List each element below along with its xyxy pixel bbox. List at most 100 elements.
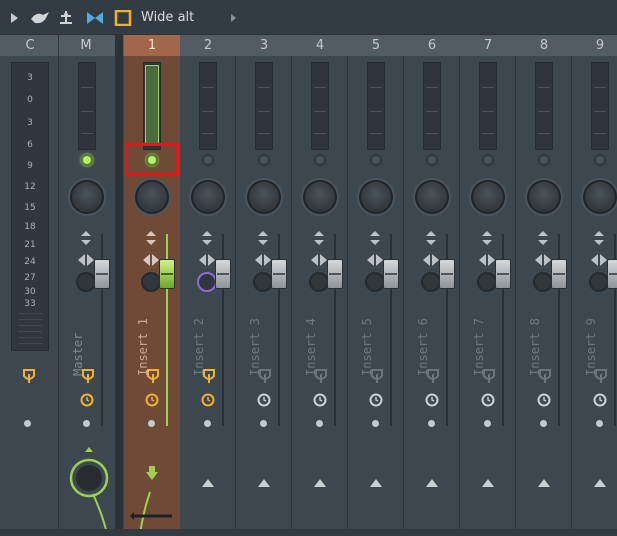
swap-channels-icon[interactable]	[591, 251, 607, 266]
swap-channels-icon[interactable]	[143, 251, 159, 266]
insert-9-stereo-knob[interactable]	[589, 272, 609, 292]
header-col-6[interactable]: 6	[404, 35, 460, 56]
header-col-c[interactable]: C	[2, 35, 58, 56]
strip-dot[interactable]	[596, 420, 603, 427]
strip-name-insert-6[interactable]: Insert 6	[416, 306, 430, 376]
insert-3-stereo-knob[interactable]	[253, 272, 273, 292]
delay-clock-icon[interactable]	[257, 392, 271, 407]
insert-2-pan-knob[interactable]	[191, 180, 225, 214]
header-col-5[interactable]: 5	[348, 35, 404, 56]
delay-clock-icon[interactable]	[593, 392, 607, 407]
route-icon[interactable]	[202, 368, 216, 384]
delay-clock-icon[interactable]	[80, 392, 94, 407]
send-arrow-icon[interactable]	[202, 472, 214, 487]
delay-clock-icon[interactable]	[313, 392, 327, 407]
master-volume-fader[interactable]	[94, 259, 110, 289]
insert-8-stereo-knob[interactable]	[533, 272, 553, 292]
strip-dot[interactable]	[540, 420, 547, 427]
insert-1-volume-fader[interactable]	[159, 259, 175, 289]
strip-name-insert-5[interactable]: Insert 5	[360, 306, 374, 376]
insert-1-pan-knob[interactable]	[135, 180, 169, 214]
insert-7-stereo-knob[interactable]	[477, 272, 497, 292]
insert-7-volume-fader[interactable]	[495, 259, 511, 289]
header-col-7[interactable]: 7	[460, 35, 516, 56]
send-arrow-icon[interactable]	[538, 472, 550, 487]
route-icon[interactable]	[146, 368, 160, 384]
insert-9-enable-led[interactable]	[594, 154, 606, 166]
stereo-separation-arrows-icon[interactable]	[594, 230, 604, 245]
square-icon[interactable]	[113, 8, 133, 28]
insert-4-volume-fader[interactable]	[327, 259, 343, 289]
swap-channels-icon[interactable]	[535, 251, 551, 266]
send-arrow-icon[interactable]	[482, 472, 494, 487]
swap-channels-icon[interactable]	[479, 251, 495, 266]
insert-5-strip[interactable]: Insert 5	[348, 56, 404, 536]
strip-dot[interactable]	[24, 420, 31, 427]
strip-name-insert-9[interactable]: Insert 9	[584, 306, 598, 376]
insert-5-enable-led[interactable]	[370, 154, 382, 166]
strip-dot[interactable]	[428, 420, 435, 427]
strip-dot[interactable]	[260, 420, 267, 427]
master-enable-led[interactable]	[81, 154, 93, 166]
strip-name-insert-2[interactable]: Insert 2	[192, 306, 206, 376]
stereo-separation-arrows-icon[interactable]	[202, 230, 212, 245]
play-arrow-icon[interactable]	[8, 8, 20, 28]
send-arrow-icon[interactable]	[594, 472, 606, 487]
stereo-separation-arrows-icon[interactable]	[258, 230, 268, 245]
more-arrow-icon[interactable]	[228, 8, 238, 28]
route-icon[interactable]	[594, 368, 608, 384]
strip-name-insert-4[interactable]: Insert 4	[304, 306, 318, 376]
insert-2-volume-fader[interactable]	[215, 259, 231, 289]
insert-6-pan-knob[interactable]	[415, 180, 449, 214]
route-icon[interactable]	[22, 368, 36, 384]
stereo-separation-arrows-icon[interactable]	[81, 230, 91, 245]
route-icon[interactable]	[538, 368, 552, 384]
insert-3-pan-knob[interactable]	[247, 180, 281, 214]
insert-6-stereo-knob[interactable]	[421, 272, 441, 292]
insert-6-enable-led[interactable]	[426, 154, 438, 166]
mixer-preset-title[interactable]: Wide alt	[141, 10, 194, 25]
stereo-separation-arrows-icon[interactable]	[538, 230, 548, 245]
header-col-2[interactable]: 2	[180, 35, 236, 56]
insert-5-stereo-knob[interactable]	[365, 272, 385, 292]
header-col-9[interactable]: 9	[572, 35, 617, 56]
delay-clock-icon[interactable]	[201, 392, 215, 407]
strip-name-insert-8[interactable]: Insert 8	[528, 306, 542, 376]
insert-9-pan-knob[interactable]	[583, 180, 617, 214]
strip-name-insert-1[interactable]: Insert 1	[136, 306, 150, 376]
swap-channels-icon[interactable]	[78, 251, 94, 266]
delay-clock-icon[interactable]	[369, 392, 383, 407]
send-arrow-icon[interactable]	[258, 472, 270, 487]
strip-dot[interactable]	[148, 420, 155, 427]
send-arrow-icon[interactable]	[314, 472, 326, 487]
insert-9-volume-fader[interactable]	[607, 259, 617, 289]
route-icon[interactable]	[81, 368, 95, 384]
insert-8-strip[interactable]: Insert 8	[516, 56, 572, 536]
insert-7-pan-knob[interactable]	[471, 180, 505, 214]
insert-8-volume-fader[interactable]	[551, 259, 567, 289]
swap-channels-icon[interactable]	[255, 251, 271, 266]
insert-6-volume-fader[interactable]	[439, 259, 455, 289]
route-icon[interactable]	[314, 368, 328, 384]
header-col-m[interactable]: M	[58, 35, 114, 56]
strip-dot[interactable]	[316, 420, 323, 427]
insert-5-volume-fader[interactable]	[383, 259, 399, 289]
insert-1-stereo-knob[interactable]	[141, 272, 161, 292]
header-col-4[interactable]: 4	[292, 35, 348, 56]
delay-clock-icon[interactable]	[537, 392, 551, 407]
insert-4-pan-knob[interactable]	[303, 180, 337, 214]
strip-dot[interactable]	[484, 420, 491, 427]
delay-clock-icon[interactable]	[145, 392, 159, 407]
insert-6-strip[interactable]: Insert 6	[404, 56, 460, 536]
header-col-3[interactable]: 3	[236, 35, 292, 56]
insert-2-stereo-knob[interactable]	[197, 272, 217, 292]
header-col-8[interactable]: 8	[516, 35, 572, 56]
insert-5-pan-knob[interactable]	[359, 180, 393, 214]
insert-1-strip[interactable]: Insert 1	[124, 56, 180, 536]
header-col-1[interactable]: 1	[124, 35, 180, 56]
master-pan-knob[interactable]	[70, 180, 104, 214]
insert-4-enable-led[interactable]	[314, 154, 326, 166]
strip-dot[interactable]	[204, 420, 211, 427]
route-icon[interactable]	[426, 368, 440, 384]
route-icon[interactable]	[258, 368, 272, 384]
